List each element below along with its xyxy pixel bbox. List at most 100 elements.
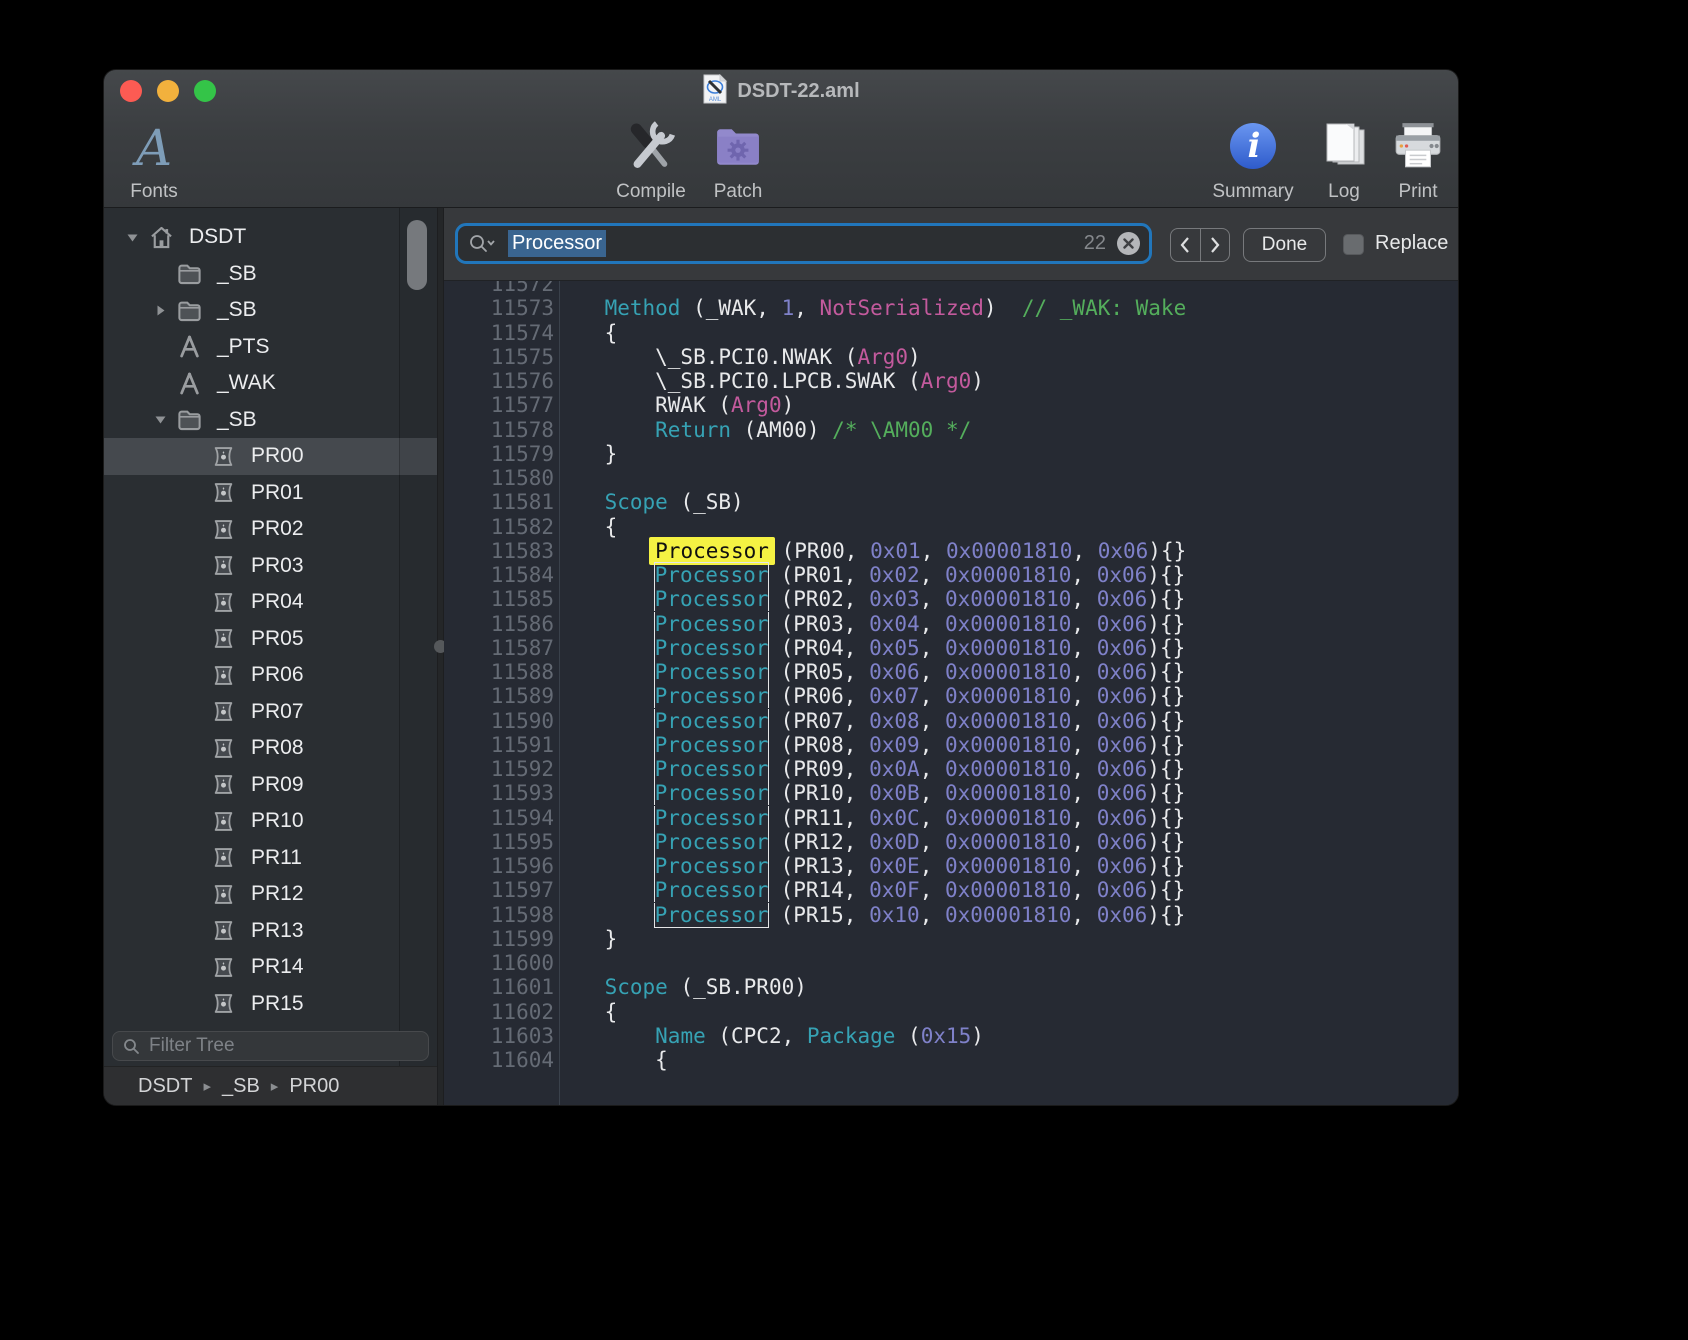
disclosure-icon[interactable] (182, 444, 206, 468)
disclosure-icon[interactable] (182, 846, 206, 870)
disclosure-icon[interactable] (182, 809, 206, 833)
find-next-button[interactable] (1200, 229, 1230, 261)
code-line[interactable]: 11586 Processor (PR03, 0x04, 0x00001810,… (444, 612, 1458, 636)
tree-item-pr14[interactable]: PR14 (104, 949, 437, 986)
clear-search-button[interactable] (1117, 232, 1140, 255)
code-line[interactable]: 11591 Processor (PR08, 0x09, 0x00001810,… (444, 733, 1458, 757)
tree-scrollbar-thumb[interactable] (407, 220, 427, 290)
find-input[interactable]: Processor 22 (455, 223, 1152, 264)
disclosure-icon[interactable] (182, 663, 206, 687)
code-line[interactable]: 11595 Processor (PR12, 0x0D, 0x00001810,… (444, 830, 1458, 854)
tree-item-pr01[interactable]: PR01 (104, 475, 437, 512)
disclosure-icon[interactable] (182, 517, 206, 541)
disclosure-icon[interactable] (182, 955, 206, 979)
code-line[interactable]: 11572 (444, 281, 1458, 296)
tree-item-pr02[interactable]: PR02 (104, 511, 437, 548)
pane-divider[interactable] (437, 208, 444, 1105)
code-line[interactable]: 11604 { (444, 1048, 1458, 1072)
breadcrumb-item-pr00[interactable]: PR00 (289, 1075, 339, 1098)
code-line[interactable]: 11601 Scope (_SB.PR00) (444, 975, 1458, 999)
code-line[interactable]: 11574 { (444, 321, 1458, 345)
filter-tree-input[interactable]: Filter Tree (112, 1031, 429, 1061)
tree-item-pr00[interactable]: PR00 (104, 438, 437, 475)
disclosure-icon[interactable] (182, 700, 206, 724)
tree-scrollbar-track[interactable] (399, 208, 437, 1105)
code-line[interactable]: 11584 Processor (PR01, 0x02, 0x00001810,… (444, 563, 1458, 587)
tree-item-pr13[interactable]: PR13 (104, 913, 437, 950)
disclosure-icon[interactable] (148, 298, 172, 322)
code-line[interactable]: 11594 Processor (PR11, 0x0C, 0x00001810,… (444, 806, 1458, 830)
search-menu-icon[interactable] (469, 234, 495, 254)
tree-item-dsdt[interactable]: DSDT (104, 219, 437, 256)
code-line[interactable]: 11588 Processor (PR05, 0x06, 0x00001810,… (444, 660, 1458, 684)
disclosure-icon[interactable] (182, 590, 206, 614)
done-button[interactable]: Done (1243, 228, 1326, 262)
code-line[interactable]: 11578 Return (AM00) /* \AM00 */ (444, 418, 1458, 442)
disclosure-icon[interactable] (182, 992, 206, 1016)
disclosure-icon[interactable] (148, 262, 172, 286)
tree-item-pr12[interactable]: PR12 (104, 876, 437, 913)
disclosure-icon[interactable] (182, 882, 206, 906)
code-line[interactable]: 11581 Scope (_SB) (444, 490, 1458, 514)
tree-item-_sb[interactable]: _SB (104, 256, 437, 293)
tree-item-_sb[interactable]: _SB (104, 292, 437, 329)
code-line[interactable]: 11579 } (444, 442, 1458, 466)
code-line[interactable]: 11600 (444, 951, 1458, 975)
code-line[interactable]: 11580 (444, 466, 1458, 490)
code-line[interactable]: 11583 Processor (PR00, 0x01, 0x00001810,… (444, 539, 1458, 563)
fonts-button[interactable]: A Fonts (118, 118, 190, 203)
disclosure-icon[interactable] (182, 773, 206, 797)
code-line[interactable]: 11573 Method (_WAK, 1, NotSerialized) //… (444, 296, 1458, 320)
tree-item-pr06[interactable]: PR06 (104, 657, 437, 694)
code-line[interactable]: 11598 Processor (PR15, 0x10, 0x00001810,… (444, 903, 1458, 927)
tree-item-_sb[interactable]: _SB (104, 402, 437, 439)
find-previous-button[interactable] (1171, 229, 1200, 261)
code-line[interactable]: 11596 Processor (PR13, 0x0E, 0x00001810,… (444, 854, 1458, 878)
disclosure-icon[interactable] (148, 335, 172, 359)
disclosure-icon[interactable] (148, 371, 172, 395)
code-line[interactable]: 11582 { (444, 515, 1458, 539)
code-line[interactable]: 11577 RWAK (Arg0) (444, 393, 1458, 417)
tree-item-pr03[interactable]: PR03 (104, 548, 437, 585)
disclosure-icon[interactable] (182, 736, 206, 760)
breadcrumb-item-sb[interactable]: _SB (222, 1075, 260, 1098)
code-line[interactable]: 11597 Processor (PR14, 0x0F, 0x00001810,… (444, 878, 1458, 902)
disclosure-icon[interactable] (120, 225, 144, 249)
disclosure-icon[interactable] (148, 408, 172, 432)
summary-button[interactable]: i Summary (1204, 118, 1302, 203)
code-line[interactable]: 11590 Processor (PR07, 0x08, 0x00001810,… (444, 709, 1458, 733)
code-line[interactable]: 11585 Processor (PR02, 0x03, 0x00001810,… (444, 587, 1458, 611)
titlebar[interactable]: AML DSDT-22.aml (104, 70, 1458, 112)
print-button[interactable]: Print (1381, 118, 1455, 203)
code-line[interactable]: 11603 Name (CPC2, Package (0x15) (444, 1024, 1458, 1048)
tree-item-pr07[interactable]: PR07 (104, 694, 437, 731)
breadcrumb-item-dsdt[interactable]: DSDT (138, 1075, 192, 1098)
tree-item-_wak[interactable]: _WAK (104, 365, 437, 402)
tree-item-pr09[interactable]: PR09 (104, 767, 437, 804)
disclosure-icon[interactable] (182, 627, 206, 651)
compile-button[interactable]: Compile (597, 118, 705, 203)
replace-checkbox[interactable] (1343, 234, 1364, 255)
patch-button[interactable]: Patch (695, 118, 781, 203)
code-line[interactable]: 11589 Processor (PR06, 0x07, 0x00001810,… (444, 684, 1458, 708)
disclosure-icon[interactable] (182, 481, 206, 505)
disclosure-icon[interactable] (182, 919, 206, 943)
tree-item-pr15[interactable]: PR15 (104, 986, 437, 1023)
tree-item-_pts[interactable]: _PTS (104, 329, 437, 366)
tree-item-pr08[interactable]: PR08 (104, 730, 437, 767)
code-line[interactable]: 11575 \_SB.PCI0.NWAK (Arg0) (444, 345, 1458, 369)
tree-item-pr10[interactable]: PR10 (104, 803, 437, 840)
code-editor[interactable]: 1157211573 Method (_WAK, 1, NotSerialize… (444, 281, 1458, 1105)
log-button[interactable]: Log (1309, 118, 1379, 203)
code-line[interactable]: 11599 } (444, 927, 1458, 951)
code-line[interactable]: 11576 \_SB.PCI0.LPCB.SWAK (Arg0) (444, 369, 1458, 393)
tree-item-pr11[interactable]: PR11 (104, 840, 437, 877)
disclosure-icon[interactable] (182, 554, 206, 578)
code-line[interactable]: 11602 { (444, 1000, 1458, 1024)
outline-tree[interactable]: DSDT _SB _SB (104, 208, 437, 1030)
code-line[interactable]: 11587 Processor (PR04, 0x05, 0x00001810,… (444, 636, 1458, 660)
code-line[interactable]: 11593 Processor (PR10, 0x0B, 0x00001810,… (444, 781, 1458, 805)
tree-item-pr04[interactable]: PR04 (104, 584, 437, 621)
tree-item-pr05[interactable]: PR05 (104, 621, 437, 658)
code-line[interactable]: 11592 Processor (PR09, 0x0A, 0x00001810,… (444, 757, 1458, 781)
